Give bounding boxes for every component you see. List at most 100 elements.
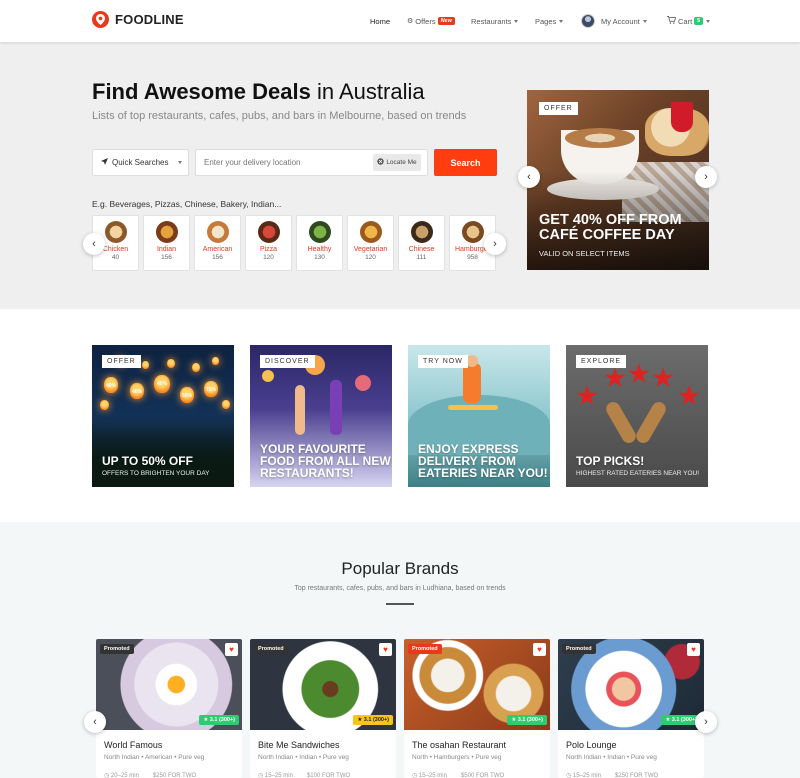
rating-badge: ★ 3.1 (300+) bbox=[507, 715, 547, 725]
brand-cuisines: North Indian • American • Pure veg bbox=[104, 754, 205, 761]
delivery-time: 15–25 min bbox=[572, 773, 601, 778]
planet-image bbox=[355, 375, 371, 391]
chevron-right-icon: › bbox=[493, 237, 497, 250]
category-next-button[interactable]: › bbox=[484, 233, 506, 255]
heart-icon: ♥ bbox=[383, 644, 388, 654]
category-card[interactable]: American 156 bbox=[194, 215, 241, 271]
brand-name: The osahan Restaurant bbox=[412, 740, 507, 750]
brand-card[interactable]: Promoted ♥ ★ 3.1 (300+) Polo Lounge North In… bbox=[558, 639, 704, 778]
lantern-image bbox=[142, 361, 149, 370]
chevron-left-icon: ‹ bbox=[527, 170, 531, 183]
brand-name: FOODLINE bbox=[115, 12, 184, 27]
favorite-button[interactable]: ♥ bbox=[687, 643, 700, 656]
nav-restaurants-label: Restaurants bbox=[471, 16, 512, 26]
skater-image bbox=[463, 363, 481, 403]
brand-card[interactable]: Promoted ♥ ★ 3.1 (300+) World Famous North I… bbox=[96, 639, 242, 778]
chevron-left-icon: ‹ bbox=[92, 237, 96, 250]
locate-me-button[interactable]: Locate Me bbox=[373, 154, 421, 171]
rating-badge: ★ 3.1 (300+) bbox=[353, 715, 393, 725]
category-card[interactable]: Vegetarian 120 bbox=[347, 215, 394, 271]
avatar bbox=[581, 14, 595, 28]
chevron-left-icon: ‹ bbox=[93, 715, 97, 728]
category-card[interactable]: Pizza 120 bbox=[245, 215, 292, 271]
nav-offers-label: Offers bbox=[415, 16, 436, 26]
chevron-down-icon bbox=[642, 19, 647, 23]
offer-card-discount[interactable]: 40% 40% 40% 50% 75% OFFER UP TO 50% OFF OFFE… bbox=[92, 345, 234, 487]
delivery-time: 15–25 min bbox=[418, 773, 447, 778]
favorite-button[interactable]: ♥ bbox=[533, 643, 546, 656]
hero-title-rest: in Australia bbox=[310, 79, 425, 104]
brand-card[interactable]: Promoted ♥ ★ 3.1 (300+) The osahan Restaura… bbox=[404, 639, 550, 778]
brand-cuisines: North Indian • Indian • Pure veg bbox=[258, 754, 349, 761]
nav-cart[interactable]: Cart 5 bbox=[667, 0, 711, 42]
lantern-image bbox=[212, 357, 219, 366]
clock-icon: ◷ bbox=[258, 773, 265, 778]
search-button[interactable]: Search bbox=[434, 149, 497, 176]
offer-subtext: HIGHEST RATED EATERIES NEAR YOU! bbox=[576, 470, 700, 477]
top-navbar: FOODLINE Home ⚙ Offers New Restaurants P… bbox=[0, 0, 800, 42]
nav-offers[interactable]: ⚙ Offers New bbox=[407, 0, 455, 42]
promo-prev-button[interactable]: ‹ bbox=[518, 166, 540, 188]
nav-home-label: Home bbox=[370, 16, 391, 26]
category-count: 130 bbox=[314, 254, 325, 261]
hero-subtitle: Lists of top restaurants, cafes, pubs, a… bbox=[92, 110, 467, 122]
promo-next-button[interactable]: › bbox=[695, 166, 717, 188]
category-count: 120 bbox=[365, 254, 376, 261]
quick-searches-dropdown[interactable]: Quick Searches bbox=[92, 149, 189, 176]
lantern-image bbox=[167, 359, 175, 369]
nav-restaurants[interactable]: Restaurants bbox=[471, 0, 519, 42]
lantern-image bbox=[192, 363, 200, 373]
brands-title: Popular Brands bbox=[341, 559, 459, 578]
offer-card-try-now[interactable]: TRY NOW ENJOY EXPRESS DELIVERY FROM EATE… bbox=[408, 345, 550, 487]
hero-promo-banner[interactable]: OFFER GET 40% OFF FROM CAFÉ COFFEE DAY V… bbox=[527, 90, 709, 270]
lantern-label: 50% bbox=[181, 392, 192, 399]
price-for-two: $500 FOR TWO bbox=[460, 773, 505, 778]
crosshair-icon bbox=[377, 158, 385, 167]
category-image bbox=[461, 221, 484, 243]
category-name: Indian bbox=[156, 246, 177, 253]
favorite-button[interactable]: ♥ bbox=[379, 643, 392, 656]
brand-card[interactable]: Promoted ♥ ★ 3.1 (300+) Bite Me Sandwiches N… bbox=[250, 639, 396, 778]
promoted-badge: Promoted bbox=[254, 644, 288, 654]
category-prev-button[interactable]: ‹ bbox=[83, 233, 105, 255]
brands-prev-button[interactable]: ‹ bbox=[84, 711, 106, 733]
offer-card-explore[interactable]: EXPLORE TOP PICKS! HIGHEST RATED EATERIE… bbox=[566, 345, 708, 487]
wooden-spoon-image bbox=[633, 399, 669, 446]
brands-next-button[interactable]: › bbox=[695, 711, 717, 733]
category-image bbox=[206, 221, 229, 243]
category-count: 156 bbox=[212, 254, 223, 261]
nav-home[interactable]: Home bbox=[370, 0, 390, 42]
nav-pages[interactable]: Pages bbox=[535, 0, 564, 42]
clock-icon: ◷ bbox=[104, 773, 111, 778]
category-image bbox=[410, 221, 433, 243]
brands-subtitle: Top restaurants, cafes, pubs, and bars i… bbox=[294, 585, 506, 592]
brand-cuisines: North Indian • Indian • Pure veg bbox=[566, 754, 657, 761]
offer-headline: YOUR FAVOURITE FOOD FROM ALL NEW RESTAUR… bbox=[260, 442, 391, 480]
category-card[interactable]: Chinese 111 bbox=[398, 215, 445, 271]
category-image bbox=[155, 221, 178, 243]
lantern-label: 40% bbox=[131, 388, 142, 395]
lantern-label: 75% bbox=[205, 386, 216, 393]
wooden-spoon-image bbox=[603, 399, 639, 446]
promo-overlay bbox=[527, 90, 709, 270]
category-card[interactable]: Healthy 130 bbox=[296, 215, 343, 271]
favorite-button[interactable]: ♥ bbox=[225, 643, 238, 656]
star-image bbox=[604, 367, 626, 388]
clock-icon: ◷ bbox=[566, 773, 573, 778]
lantern-image: 40% bbox=[104, 377, 118, 394]
delivery-time: 20–25 min bbox=[110, 773, 139, 778]
cart-count-badge: 5 bbox=[694, 17, 704, 25]
promoted-badge: Promoted bbox=[562, 644, 596, 654]
offer-card-discover[interactable]: DISCOVER YOUR FAVOURITE FOOD FROM ALL NE… bbox=[250, 345, 392, 487]
person-image bbox=[295, 385, 305, 435]
chevron-down-icon bbox=[559, 19, 564, 23]
brand-logo[interactable]: FOODLINE bbox=[92, 11, 184, 28]
star-image bbox=[652, 367, 674, 388]
rating-badge: ★ 3.1 (300+) bbox=[199, 715, 239, 725]
category-card[interactable]: Indian 156 bbox=[143, 215, 190, 271]
category-name: Healthy bbox=[307, 246, 332, 253]
skateboard-image bbox=[448, 405, 498, 410]
nav-my-account[interactable]: My Account bbox=[581, 0, 647, 42]
lantern-image: 75% bbox=[204, 381, 218, 398]
new-badge: New bbox=[437, 17, 455, 25]
